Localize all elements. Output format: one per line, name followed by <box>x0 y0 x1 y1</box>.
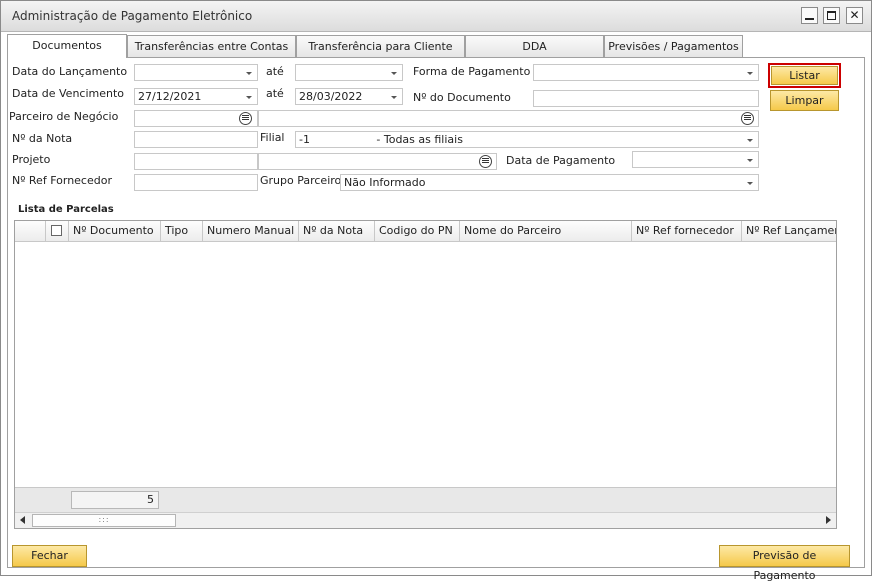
forma-pagamento-select[interactable] <box>533 64 759 81</box>
col-numero-nota[interactable]: Nº da Nota <box>299 221 375 241</box>
data-pagamento-field[interactable] <box>632 151 759 168</box>
projeto-name-field[interactable] <box>258 153 497 170</box>
col-numero-documento[interactable]: Nº Documento <box>69 221 161 241</box>
scroll-left-icon[interactable] <box>20 516 25 524</box>
grid-header: Nº Documento Tipo Numero Manual Nº da No… <box>15 221 836 242</box>
maximize-button[interactable] <box>823 7 840 24</box>
filial-select[interactable]: -1 - Todas as filiais <box>295 131 759 148</box>
tab-previsoes-pagamentos[interactable]: Previsões / Pagamentos <box>604 35 743 57</box>
previsao-pagamento-button[interactable]: Previsão de Pagamento <box>719 545 850 582</box>
tab-documentos[interactable]: Documentos <box>7 34 127 58</box>
data-lancamento-ate-label: até <box>266 65 284 78</box>
listar-button[interactable]: Listar <box>771 66 838 85</box>
horizontal-scrollbar[interactable]: ::: <box>15 512 836 528</box>
data-pagamento-label: Data de Pagamento <box>506 154 616 167</box>
grid-footer: 5 <box>15 487 836 512</box>
numero-nota-field[interactable] <box>134 131 258 148</box>
limpar-button[interactable]: Limpar <box>770 90 839 111</box>
minimize-button[interactable] <box>801 7 818 24</box>
ref-fornecedor-label: Nº Ref Fornecedor <box>12 174 112 187</box>
tab-transferencia-para-cliente[interactable]: Transferência para Cliente <box>296 35 465 57</box>
data-vencimento-to-field[interactable]: 28/03/2022 <box>295 88 403 105</box>
numero-documento-field[interactable] <box>533 90 759 107</box>
data-vencimento-ate-label: até <box>266 87 284 100</box>
lista-parcelas-title: Lista de Parcelas <box>18 204 114 215</box>
projeto-label: Projeto <box>12 153 51 166</box>
title-bar[interactable]: Administração de Pagamento Eletrônico ✕ <box>1 1 871 32</box>
parcelas-grid: Nº Documento Tipo Numero Manual Nº da No… <box>14 220 837 529</box>
grupo-parceiro-label: Grupo Parceiro <box>260 174 342 187</box>
numero-nota-label: Nº da Nota <box>12 132 73 145</box>
fechar-button[interactable]: Fechar <box>12 545 87 567</box>
parceiro-negocio-label: Parceiro de Negócio <box>9 110 119 123</box>
ref-fornecedor-field[interactable] <box>134 174 258 191</box>
scroll-right-icon[interactable] <box>826 516 831 524</box>
row-count-field: 5 <box>71 491 159 509</box>
data-lancamento-to-field[interactable] <box>295 64 403 81</box>
projeto-code-field[interactable] <box>134 153 258 170</box>
col-tipo[interactable]: Tipo <box>161 221 203 241</box>
filial-label: Filial <box>260 131 285 144</box>
col-codigo-pn[interactable]: Codigo do PN <box>375 221 460 241</box>
col-ref-fornecedor[interactable]: Nº Ref fornecedor <box>632 221 742 241</box>
parceiro-choose-from-list-icon[interactable] <box>239 112 252 125</box>
projeto-choose-from-list-icon[interactable] <box>479 155 492 168</box>
col-ref-lancamento[interactable]: Nº Ref Lançamento <box>742 221 836 241</box>
tab-transferencias-entre-contas[interactable]: Transferências entre Contas <box>127 35 296 57</box>
numero-documento-label: Nº do Documento <box>413 91 511 104</box>
window-title: Administração de Pagamento Eletrônico <box>12 9 253 23</box>
scroll-thumb[interactable]: ::: <box>32 514 176 527</box>
parceiro-negocio-name-field[interactable] <box>258 110 759 127</box>
forma-pagamento-label: Forma de Pagamento <box>413 65 531 78</box>
tab-dda[interactable]: DDA <box>465 35 604 57</box>
payment-admin-window: Administração de Pagamento Eletrônico ✕ … <box>0 0 872 582</box>
select-all-checkbox[interactable] <box>51 225 62 236</box>
data-vencimento-label: Data de Vencimento <box>12 87 125 100</box>
col-nome-parceiro[interactable]: Nome do Parceiro <box>460 221 632 241</box>
data-vencimento-from-field[interactable]: 27/12/2021 <box>134 88 258 105</box>
data-lancamento-label: Data do Lançamento <box>12 65 128 78</box>
data-lancamento-from-field[interactable] <box>134 64 258 81</box>
grupo-parceiro-select[interactable]: Não Informado <box>340 174 759 191</box>
close-button[interactable]: ✕ <box>846 7 863 24</box>
close-icon: ✕ <box>849 8 860 22</box>
col-numero-manual[interactable]: Numero Manual <box>203 221 299 241</box>
grid-row-header-column <box>15 221 46 241</box>
parceiro-name-choose-from-list-icon[interactable] <box>741 112 754 125</box>
